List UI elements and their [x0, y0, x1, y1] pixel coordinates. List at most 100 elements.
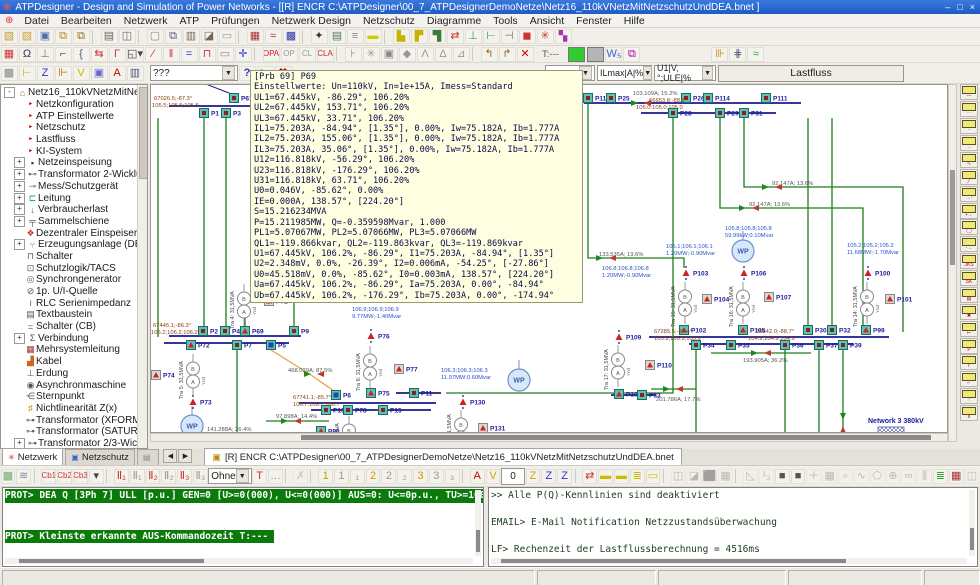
- properties-icon[interactable]: ▤: [329, 29, 346, 44]
- tree-item-sammelschiene[interactable]: +╤Sammelschiene: [1, 216, 147, 228]
- palette-icon-15[interactable]: ⊢: [960, 321, 978, 337]
- cla-icon[interactable]: CLA: [317, 47, 334, 62]
- new-doc-icon[interactable]: ▢: [147, 29, 164, 44]
- canvas-hscrollbar[interactable]: [150, 433, 948, 442]
- snowflake-icon[interactable]: ✳: [363, 47, 380, 62]
- level-3c-icon[interactable]: ₃: [445, 469, 460, 484]
- bus-node-p77[interactable]: P77: [395, 365, 418, 374]
- tree-item-leitung[interactable]: +⊏Leitung: [1, 192, 147, 204]
- one-three-icon[interactable]: ¹₃: [759, 469, 774, 484]
- tree-item-nichtlinearit-t-z-x[interactable]: ♯Nichtlinearität Z(x): [1, 403, 147, 415]
- pause-icon[interactable]: ‖: [163, 47, 180, 62]
- trafo-1-red-icon[interactable]: Ⅱ₁: [114, 469, 129, 484]
- tab-scroll-right[interactable]: ▶: [178, 449, 192, 463]
- tree-item-dezentraler-einspeiser-ei[interactable]: ❖Dezentraler Einspeiser (Ei: [1, 227, 147, 239]
- ground-icon[interactable]: ⊥: [37, 47, 54, 62]
- tree-expander-icon[interactable]: +: [14, 181, 25, 192]
- bracket-icon[interactable]: {: [73, 47, 90, 62]
- cb1-icon[interactable]: Cb1: [41, 469, 56, 484]
- grid-zoom-icon[interactable]: ▦: [822, 469, 837, 484]
- tree-item-lastfluss[interactable]: ‣Lastfluss: [1, 134, 147, 146]
- tree-item-netzkonfiguration[interactable]: ‣Netzkonfiguration: [1, 99, 147, 111]
- reverse-arrows-icon[interactable]: ⇄: [447, 29, 464, 44]
- box-icon[interactable]: ▭: [217, 47, 234, 62]
- result-combo-current[interactable]: ILmax|A|%▼: [597, 65, 652, 81]
- crosshair-icon[interactable]: ✛: [235, 47, 252, 62]
- a-red-icon[interactable]: A: [109, 66, 126, 81]
- frame-icon[interactable]: ▭: [219, 29, 236, 44]
- note-yellow-icon[interactable]: ▭: [646, 469, 661, 484]
- cb2-icon[interactable]: Cb2: [57, 469, 72, 484]
- tree-item-netz16-110kvnetzmitnetzs[interactable]: -⌂Netz16_110kVNetzMitNetzs: [1, 87, 147, 99]
- bus-node-p131[interactable]: P131: [479, 424, 506, 433]
- tree-item-mehrsystemleitung[interactable]: ▦Mehrsystemleitung: [1, 344, 147, 356]
- cb-dropdown-icon[interactable]: ▾: [89, 469, 104, 484]
- coil-icon[interactable]: Ω: [19, 47, 36, 62]
- a-red-box-icon[interactable]: A: [470, 469, 485, 484]
- tree-expander-icon[interactable]: +: [14, 333, 25, 344]
- win-2-icon[interactable]: ◪: [686, 469, 701, 484]
- tree-item-transformator-2-wicklun[interactable]: +⊷Transformator 2-Wicklun: [1, 169, 147, 181]
- status-swatch-1[interactable]: [568, 47, 585, 62]
- tab-netzschutz[interactable]: ▣ Netzschutz: [65, 449, 135, 465]
- dotted-bus-icon[interactable]: ⊓: [199, 47, 216, 62]
- bus-node-p109[interactable]: P109: [616, 330, 642, 344]
- pattern-select-icon[interactable]: ▩: [1, 469, 16, 484]
- bus-node-p35[interactable]: P35: [727, 341, 750, 350]
- black-2-icon[interactable]: ■: [791, 469, 806, 484]
- bus-node-p99[interactable]: P99: [862, 326, 885, 335]
- bars-icon[interactable]: ⫼: [917, 469, 932, 484]
- transformer-symbol[interactable]: BATra 14: 31,5MVAYnd: [853, 282, 880, 327]
- swap-icon[interactable]: ⇆: [91, 47, 108, 62]
- tree-scrollbar[interactable]: [137, 85, 147, 448]
- bus-node-p103[interactable]: P103: [683, 266, 709, 280]
- menu-netzwerk[interactable]: Netzwerk: [118, 15, 174, 27]
- palette-icon-8[interactable]: ▪→: [960, 203, 978, 219]
- lastfluss-button[interactable]: Lastfluss: [718, 65, 904, 82]
- palette-icon-7[interactable]: →◦: [960, 186, 978, 202]
- tab-scroll-left[interactable]: ◀: [163, 449, 177, 463]
- bus-node-p29[interactable]: P29: [716, 109, 739, 118]
- earth-fault-combo[interactable]: Ohne▼: [208, 468, 251, 484]
- mirror-h-icon[interactable]: ⊿: [453, 47, 470, 62]
- bus-node-p75[interactable]: P75: [367, 389, 390, 398]
- menu-netzschutz[interactable]: Netzschutz: [357, 15, 421, 27]
- tree-item-atp-einstellwerte[interactable]: ‣ATP Einstellwerte: [1, 110, 147, 122]
- save-icon[interactable]: ▣: [37, 29, 54, 44]
- curve-green-icon[interactable]: ≈: [747, 47, 764, 62]
- close-button[interactable]: ×: [970, 2, 975, 12]
- z-impedance-icon[interactable]: Z: [37, 66, 54, 81]
- rotate-icon[interactable]: Δ: [435, 47, 452, 62]
- message-console[interactable]: >> Alle P(Q)-Kennlinien sind deaktiviert…: [488, 487, 978, 567]
- comment-2-icon[interactable]: ▬: [614, 469, 629, 484]
- bus-node-p104[interactable]: P104: [703, 295, 730, 304]
- more-icon[interactable]: …: [268, 469, 283, 484]
- file-tab[interactable]: ▣ [R] ENCR C:\ATPDesigner\00_7_ATPDesign…: [204, 448, 681, 465]
- bus-node-p101[interactable]: P101: [886, 295, 913, 304]
- trafo-2-gray-icon[interactable]: Ⅱ₂: [161, 469, 176, 484]
- wind-park-symbol[interactable]: WP: [181, 406, 203, 433]
- probe-set-icon[interactable]: ⋕: [729, 47, 746, 62]
- bus-node-p114[interactable]: P114: [704, 94, 731, 103]
- tree-expander-icon[interactable]: +: [14, 204, 25, 215]
- menu-hilfe[interactable]: Hilfe: [618, 15, 651, 27]
- palette-icon-18[interactable]: ⌐: [960, 371, 978, 387]
- tree-expander-icon[interactable]: +: [14, 216, 25, 227]
- bus-node-p72[interactable]: P72: [187, 341, 210, 350]
- delete-marked-icon[interactable]: ▚: [555, 29, 572, 44]
- result-combo-voltage[interactable]: U1|V,°;ULE|%▼: [654, 65, 716, 81]
- palette-icon-9[interactable]: ◯: [960, 219, 978, 235]
- tree-item-textbaustein[interactable]: ▤Textbaustein: [1, 309, 147, 321]
- tree-expander-icon[interactable]: +: [14, 239, 25, 250]
- tab-extra[interactable]: ▤: [137, 449, 160, 465]
- console-right-hscrollbar[interactable]: [491, 558, 967, 564]
- bus-node-p110[interactable]: P110: [646, 361, 673, 370]
- delete-icon[interactable]: ✕: [517, 47, 534, 62]
- comment-icon[interactable]: ▬: [365, 29, 382, 44]
- pattern-icon[interactable]: ▩: [1, 66, 18, 81]
- bus-node-p106[interactable]: P106: [741, 266, 767, 280]
- tree-item-verbraucherlast[interactable]: +↓Verbraucherlast: [1, 204, 147, 216]
- tree-item-verbindung[interactable]: +ΣVerbindung: [1, 332, 147, 344]
- black-1-icon[interactable]: ■: [775, 469, 790, 484]
- bus-node-p73[interactable]: P73: [190, 395, 212, 409]
